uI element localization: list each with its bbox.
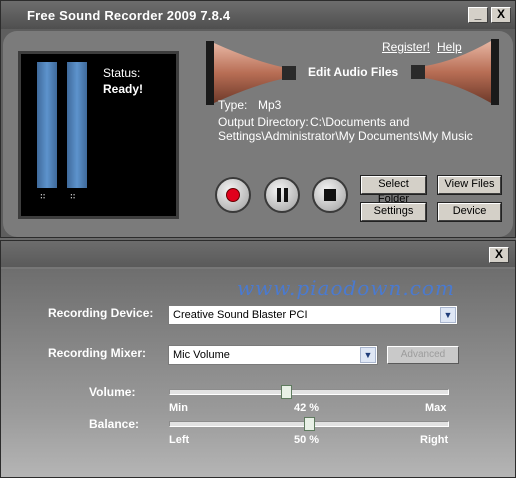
level-meter: ∷ ∷ Status: Ready! <box>18 51 179 219</box>
mixer-window: X www.piaodown.com Recording Device: Cre… <box>0 240 516 478</box>
device-button[interactable]: Device <box>437 202 502 222</box>
volume-value: 42 % <box>294 402 320 414</box>
app-root: Free Sound Recorder 2009 7.8.4 _ X ∷ ∷ S… <box>0 0 516 478</box>
status-label: Status: <box>103 66 141 80</box>
volume-label: Volume: <box>89 385 136 399</box>
right-channel-bar <box>67 62 87 188</box>
left-channel-bar <box>37 62 57 188</box>
title-bar[interactable]: Free Sound Recorder 2009 7.8.4 _ X <box>1 1 515 29</box>
volume-slider-thumb[interactable] <box>281 385 293 399</box>
balance-left-label: Left <box>169 434 190 446</box>
output-directory-line2: Settings\Administrator\My Documents\My M… <box>218 129 473 143</box>
left-horn-icon <box>206 41 296 105</box>
chevron-down-icon[interactable]: ▼ <box>440 307 456 323</box>
balance-label: Balance: <box>89 417 140 431</box>
mixer-title-bar[interactable]: X <box>1 241 515 267</box>
volume-max-label: Max <box>425 402 447 414</box>
watermark-text: www.piaodown.com <box>237 276 455 300</box>
close-button[interactable]: X <box>491 7 511 23</box>
minimize-button[interactable]: _ <box>468 7 488 23</box>
recording-device-value: Creative Sound Blaster PCI <box>173 309 308 321</box>
chevron-down-icon[interactable]: ▼ <box>360 347 376 363</box>
balance-right-label: Right <box>420 434 449 446</box>
recording-mixer-select[interactable]: Mic Volume ▼ <box>168 345 378 365</box>
view-files-button[interactable]: View Files <box>437 175 502 195</box>
edit-audio-files-link[interactable]: Edit Audio Files <box>308 65 398 79</box>
output-directory-label: Output Directory: <box>218 115 309 129</box>
record-button[interactable] <box>215 177 251 213</box>
mixer-close-button[interactable]: X <box>489 247 509 263</box>
window-title: Free Sound Recorder 2009 7.8.4 <box>27 8 231 23</box>
recording-mixer-label: Recording Mixer: <box>48 346 147 360</box>
main-window: Free Sound Recorder 2009 7.8.4 _ X ∷ ∷ S… <box>0 0 516 238</box>
type-value: Mp3 <box>258 98 282 112</box>
recording-device-label: Recording Device: <box>48 306 154 320</box>
stop-icon <box>324 189 336 201</box>
recording-mixer-value: Mic Volume <box>173 349 230 361</box>
recording-device-select[interactable]: Creative Sound Blaster PCI ▼ <box>168 305 458 325</box>
balance-value: 50 % <box>294 434 320 446</box>
volume-slider-track[interactable] <box>169 389 449 395</box>
select-folder-button[interactable]: Select Folder <box>360 175 427 205</box>
volume-min-label: Min <box>169 402 188 414</box>
help-link[interactable]: Help <box>437 40 462 54</box>
pause-button[interactable] <box>264 177 300 213</box>
settings-button[interactable]: Settings <box>360 202 427 222</box>
output-directory-line1: C:\Documents and <box>310 115 410 129</box>
register-link[interactable]: Register! <box>382 40 430 54</box>
right-channel-indicator: ∷ <box>70 192 77 202</box>
stop-button[interactable] <box>312 177 348 213</box>
status-value: Ready! <box>103 82 144 96</box>
type-label: Type: <box>218 98 248 112</box>
left-channel-indicator: ∷ <box>40 192 47 202</box>
record-icon <box>226 188 240 202</box>
balance-slider-thumb[interactable] <box>303 417 315 431</box>
advanced-button[interactable]: Advanced <box>387 346 459 364</box>
